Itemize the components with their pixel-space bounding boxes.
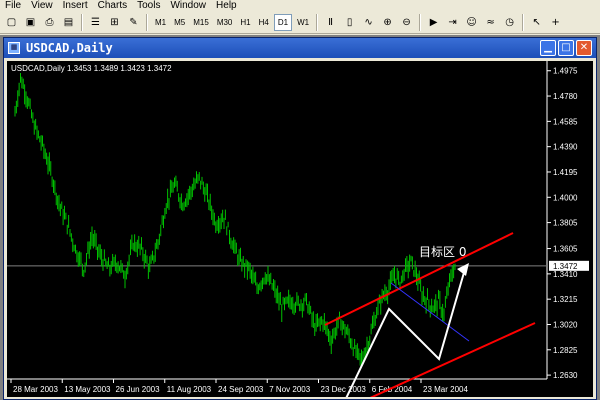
price-tick-label: 1.4585 [553, 117, 578, 126]
timeframe-w1-button[interactable]: W1 [294, 14, 312, 31]
price-tick-label: 1.4000 [553, 193, 578, 202]
timeframe-m1-button[interactable]: M1 [152, 14, 169, 31]
save-icon[interactable]: ▣ [22, 14, 39, 31]
time-tick-label: 11 Aug 2003 [167, 385, 212, 394]
zoom-in-icon[interactable]: ⊕ [379, 14, 396, 31]
indicator-icon[interactable]: ≈ [482, 14, 499, 31]
timeframe-m15-button[interactable]: M15 [190, 14, 212, 31]
price-tick-label: 1.4975 [553, 67, 578, 76]
toolbar-separator [522, 14, 525, 31]
chart-header: USDCAD,Daily 1.3453 1.3489 1.3423 1.3472 [11, 64, 172, 73]
time-tick-label: 23 Mar 2004 [423, 385, 468, 394]
chart-window-title: USDCAD,Daily [26, 41, 113, 55]
chart-plot-area[interactable]: 1.4975 1.4780 1.4585 1.4390 1.4195 1.4000 1.38… [7, 61, 593, 397]
price-tick-label: 1.2825 [553, 346, 578, 355]
toolbar-separator [419, 14, 422, 31]
time-tick-label: 13 May 2003 [64, 385, 111, 394]
minimize-button[interactable]: ▁ [540, 40, 556, 56]
timeframe-m5-button[interactable]: M5 [171, 14, 188, 31]
price-tick-label: 1.3410 [553, 270, 578, 279]
bar-chart-icon[interactable]: Ⅱ [322, 14, 339, 31]
menu-help[interactable]: Help [211, 0, 242, 12]
time-tick-label: 6 Feb 2004 [372, 385, 413, 394]
close-button[interactable]: ✕ [576, 40, 592, 56]
autoscroll-icon[interactable]: ▶ [425, 14, 442, 31]
chart-window-titlebar[interactable]: ▦ USDCAD,Daily ▁ □ ✕ [4, 38, 596, 58]
period-icon[interactable]: ◷ [501, 14, 518, 31]
chart-window: ▦ USDCAD,Daily ▁ □ ✕ 1.4975 1.4780 1.4585 1… [3, 37, 597, 400]
target-zone-label: 目标区 0 [419, 245, 466, 259]
menu-insert[interactable]: Insert [58, 0, 93, 12]
candlestick-icon[interactable]: ▯ [341, 14, 358, 31]
time-tick-label: 24 Sep 2003 [218, 385, 264, 394]
price-chart: 1.4975 1.4780 1.4585 1.4390 1.4195 1.4000 1.38… [7, 61, 589, 397]
line-chart-icon[interactable]: ∿ [360, 14, 377, 31]
expert-icon[interactable]: ✎ [125, 14, 142, 31]
timeframe-h1-button[interactable]: H1 [237, 14, 253, 31]
trendline [390, 282, 470, 342]
price-tick-label: 1.3215 [553, 295, 578, 304]
cursor-icon[interactable]: ↖ [528, 14, 545, 31]
price-tick-label: 1.3605 [553, 245, 578, 254]
timeframe-h4-button[interactable]: H4 [256, 14, 272, 31]
menu-window[interactable]: Window [165, 0, 211, 12]
menu-bar: File View Insert Charts Tools Window Help [0, 0, 600, 12]
toolbar-separator [316, 14, 319, 31]
timeframe-d1-button[interactable]: D1 [273, 14, 293, 31]
toolbar-separator [146, 14, 148, 31]
time-tick-label: 7 Nov 2003 [269, 385, 310, 394]
new-chart-icon[interactable]: ▢ [3, 14, 20, 31]
price-tick-label: 1.2630 [553, 371, 578, 380]
menu-charts[interactable]: Charts [93, 0, 132, 12]
time-tick-label: 28 Mar 2003 [13, 385, 58, 394]
crosshair-icon[interactable]: + [547, 14, 564, 31]
mdi-workspace: ▦ USDCAD,Daily ▁ □ ✕ 1.4975 1.4780 1.4585 1… [0, 35, 600, 400]
current-price-label: 1.3472 [553, 262, 578, 271]
chart-shift-icon[interactable]: ⇥ [444, 14, 461, 31]
timeframe-m30-button[interactable]: M30 [214, 14, 236, 31]
maximize-button[interactable]: □ [558, 40, 574, 56]
time-tick-label: 26 Jun 2003 [116, 385, 161, 394]
menu-tools[interactable]: Tools [132, 0, 165, 12]
toolbar: ▢ ▣ ⎙ ▤ ☰ ⊞ ✎ M1 M5 M15 M30 H1 H4 D1 W1 Ⅱ ▯ ∿ ⊕ ⊖ ▶ ⇥ ☺ ≈ ◷ ↖ + [0, 12, 600, 34]
price-tick-label: 1.4780 [553, 92, 578, 101]
price-tick-label: 1.3020 [553, 320, 578, 329]
data-window-icon[interactable]: ⊞ [106, 14, 123, 31]
expert-advisors-icon[interactable]: ☺ [463, 14, 480, 31]
toolbar-separator [81, 14, 83, 31]
print-icon[interactable]: ⎙ [41, 14, 58, 31]
time-tick-label: 23 Dec 2003 [321, 385, 367, 394]
price-tick-label: 1.4390 [553, 143, 578, 152]
menu-view[interactable]: View [26, 0, 58, 12]
price-tick-label: 1.3805 [553, 219, 578, 228]
zoom-out-icon[interactable]: ⊖ [398, 14, 415, 31]
menu-file[interactable]: File [0, 0, 26, 12]
properties-icon[interactable]: ▤ [60, 14, 77, 31]
navigator-icon[interactable]: ☰ [87, 14, 104, 31]
price-tick-label: 1.4195 [553, 168, 578, 177]
chart-window-icon: ▦ [8, 42, 20, 54]
